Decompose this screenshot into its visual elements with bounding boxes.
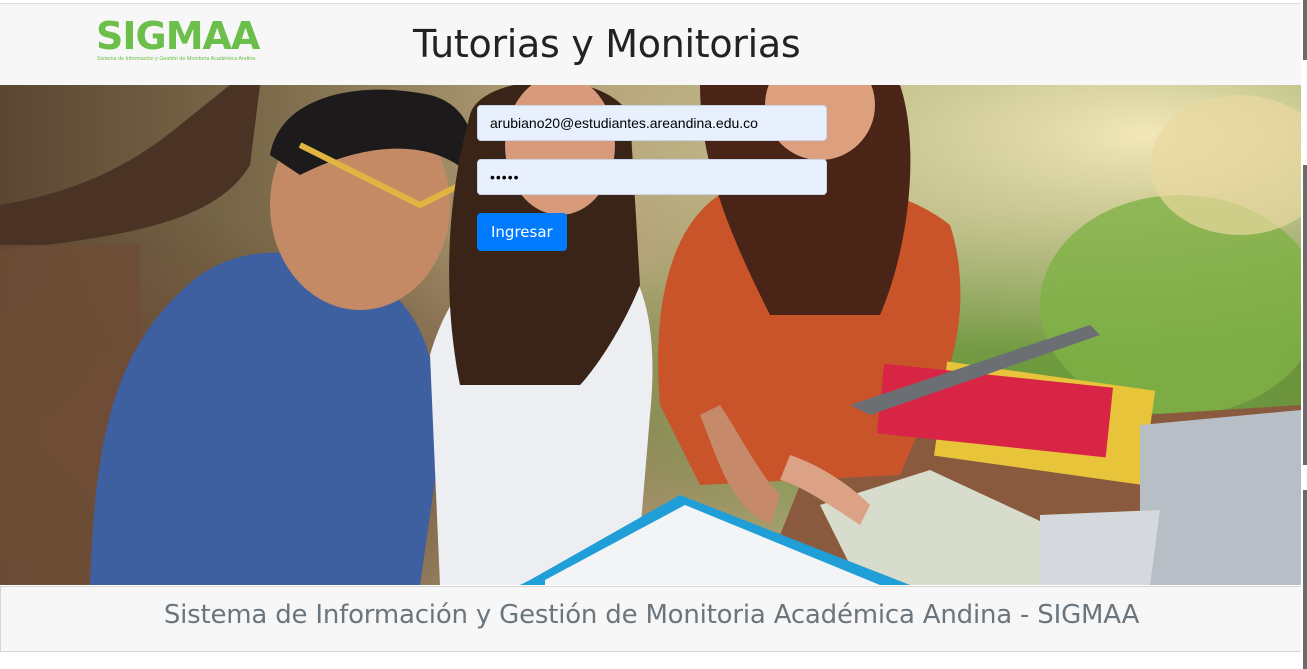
page-title: Tutorias y Monitorias xyxy=(413,22,801,66)
logo-subtitle: Sistema de Información y Gestión de Moni… xyxy=(97,56,256,62)
login-button[interactable]: Ingresar xyxy=(477,213,567,251)
password-input[interactable]: ••••• xyxy=(477,159,827,195)
scrollbar-top xyxy=(1303,0,1307,60)
login-page: SIGMAA Sistema de Información y Gestión … xyxy=(0,0,1307,669)
header: SIGMAA Sistema de Información y Gestión … xyxy=(0,3,1302,86)
footer: Sistema de Información y Gestión de Moni… xyxy=(0,586,1303,652)
scrollbar[interactable] xyxy=(1303,165,1307,465)
scrollbar-bottom xyxy=(1303,490,1307,669)
logo-text: SIGMAA xyxy=(96,14,260,58)
username-input[interactable]: arubiano20@estudiantes.areandina.edu.co xyxy=(477,105,827,141)
footer-text: Sistema de Información y Gestión de Moni… xyxy=(163,600,1140,630)
logo: SIGMAA Sistema de Información y Gestión … xyxy=(96,14,261,68)
